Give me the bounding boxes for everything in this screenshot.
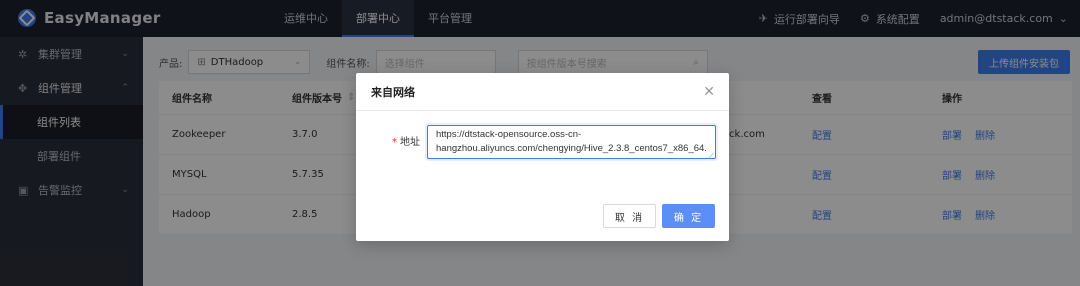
required-mark: * (392, 137, 397, 148)
dialog-footer: 取 消 确 定 (356, 204, 729, 228)
confirm-button[interactable]: 确 定 (662, 204, 715, 228)
address-label: * 地址 (392, 133, 420, 148)
address-label-text: 地址 (400, 137, 420, 148)
from-network-dialog: 来自网络 ✕ * 地址 https://dtstack-opensource.os… (356, 73, 729, 241)
resize-handle-icon[interactable]: ⟋ (708, 152, 714, 162)
address-textarea[interactable]: https://dtstack-opensource.oss-cn-hangzh… (427, 125, 716, 159)
dialog-header: 来自网络 ✕ (356, 73, 729, 111)
cancel-button[interactable]: 取 消 (603, 204, 656, 228)
dialog-title: 来自网络 (371, 85, 415, 99)
close-icon[interactable]: ✕ (703, 84, 715, 100)
